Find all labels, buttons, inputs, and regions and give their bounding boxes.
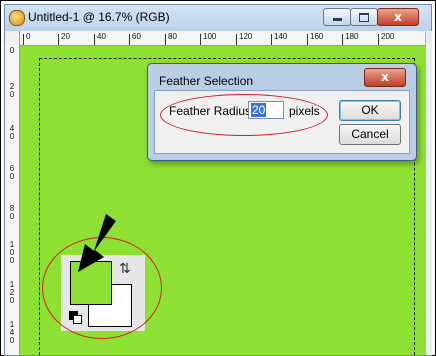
ruler-label: 1 2 0 (9, 280, 15, 305)
photoshop-app-icon (9, 10, 25, 26)
ruler-tick (307, 34, 308, 45)
ruler-tick (94, 34, 95, 45)
ruler-tick (23, 34, 24, 45)
ruler-label: 160 (310, 32, 324, 41)
ruler-tick (378, 34, 379, 45)
minimize-button[interactable] (323, 8, 351, 26)
ruler-label: 6 0 (9, 164, 15, 181)
ruler-label: 100 (203, 32, 217, 41)
ruler-tick (236, 34, 237, 45)
ruler-label: 140 (274, 32, 288, 41)
minimize-icon (332, 18, 342, 21)
dialog-title: Feather Selection (159, 74, 254, 88)
ruler-label: 200 (381, 32, 395, 41)
maximize-icon (359, 12, 369, 22)
pointer-arrow-icon (78, 214, 116, 272)
ruler-label: 60 (132, 32, 141, 41)
vertical-ruler[interactable]: 0 2 0 4 0 6 0 8 0 1 0 0 1 2 0 1 4 0 (5, 45, 20, 355)
ruler-origin[interactable] (5, 31, 20, 45)
ruler-label: 40 (97, 32, 106, 41)
ruler-label: 8 0 (9, 204, 15, 221)
ruler-label: 1 4 0 (9, 320, 15, 345)
ruler-label: 0 (26, 32, 31, 41)
ruler-label: 120 (239, 32, 253, 41)
dialog-close-button[interactable]: x (364, 68, 406, 87)
window-titlebar[interactable]: Untitled-1 @ 16.7% (RGB) x (5, 5, 431, 31)
maximize-button[interactable] (350, 8, 378, 26)
ruler-label: 4 0 (9, 124, 15, 141)
ruler-label: 1 0 0 (9, 240, 15, 265)
close-button[interactable]: x (377, 8, 419, 26)
ruler-tick (200, 34, 201, 45)
cancel-button[interactable]: Cancel (339, 124, 401, 145)
ruler-tick (271, 34, 272, 45)
ok-button[interactable]: OK (339, 100, 401, 121)
ruler-label: 80 (168, 32, 177, 41)
window-title: Untitled-1 @ 16.7% (RGB) (28, 10, 170, 24)
ruler-tick (165, 34, 166, 45)
horizontal-ruler[interactable]: 0 20 40 60 80 100 120 140 160 180 200 (5, 31, 425, 46)
ruler-label: 2 0 (9, 82, 15, 99)
ruler-tick (58, 34, 59, 45)
ruler-label: 180 (345, 32, 359, 41)
radius-highlight-oval (160, 94, 328, 136)
vertical-scrollbar[interactable] (425, 31, 432, 355)
ruler-label: 0 (9, 46, 15, 55)
ruler-label: 20 (61, 32, 70, 41)
ruler-tick (129, 34, 130, 45)
ruler-tick (342, 34, 343, 45)
